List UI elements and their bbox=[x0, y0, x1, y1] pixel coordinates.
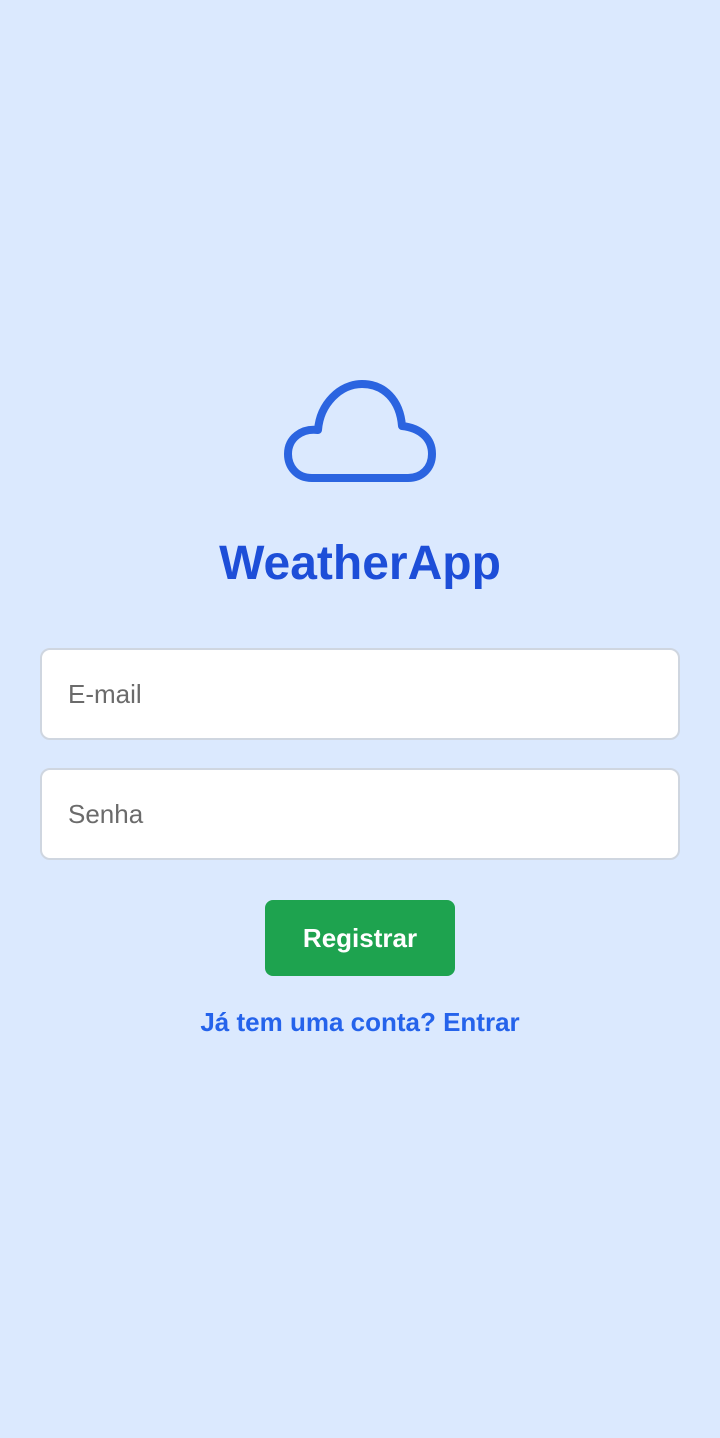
register-button[interactable]: Registrar bbox=[265, 900, 455, 976]
email-input[interactable] bbox=[42, 650, 678, 738]
email-field[interactable] bbox=[40, 648, 680, 740]
password-input[interactable] bbox=[42, 770, 678, 858]
cloud-icon bbox=[282, 376, 438, 488]
login-link[interactable]: Já tem uma conta? Entrar bbox=[0, 1004, 720, 1040]
app-title: WeatherApp bbox=[219, 537, 501, 590]
password-field[interactable] bbox=[40, 768, 680, 860]
register-screen: WeatherApp Registrar Já tem uma conta? E… bbox=[0, 0, 720, 1438]
